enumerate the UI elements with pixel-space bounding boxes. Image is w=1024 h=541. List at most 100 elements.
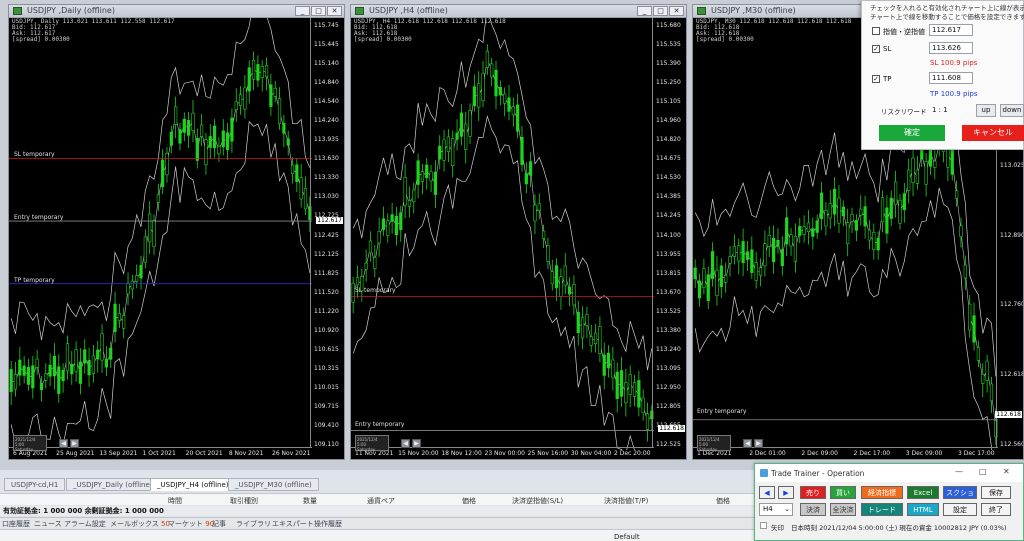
minimize-icon[interactable]: — (955, 467, 963, 476)
settle-all-button[interactable]: 全決済 (830, 503, 856, 516)
arrow-checkbox[interactable] (760, 522, 767, 529)
candle (200, 114, 204, 147)
step-forward-button[interactable]: ▶ (70, 439, 79, 448)
candle (511, 97, 515, 127)
limit-checkbox[interactable] (872, 27, 880, 35)
replay-control[interactable]: 2021/12/4 5:00 Saturday (697, 435, 731, 452)
timeframe-select[interactable]: H4 ⌄ (759, 503, 793, 516)
step-forward-button[interactable]: ▶ (754, 439, 763, 448)
candle (529, 152, 533, 188)
price-tick: 112.560 (1000, 441, 1024, 448)
chart-icon (13, 7, 22, 15)
settle-button[interactable]: 決済 (800, 503, 826, 516)
prev-bar-button[interactable]: ◀ (759, 486, 775, 499)
panel-description-2: チャート上で線を移動することで価格を設定できます。 (870, 13, 1024, 21)
candle (602, 342, 606, 390)
price-chart[interactable] (9, 18, 312, 450)
confirm-button[interactable]: 確定 (879, 125, 945, 141)
save-button[interactable]: 保存 (981, 486, 1011, 499)
term-tab-library[interactable]: ライブラリ (236, 519, 271, 529)
settings-button[interactable]: 設定 (943, 503, 977, 516)
candle (31, 356, 35, 399)
cancel-button[interactable]: キャンセル (962, 125, 1024, 141)
candle (719, 258, 723, 299)
sl-line-label: SL temporary (355, 287, 396, 294)
term-tab-alerts[interactable]: アラーム設定 (64, 519, 106, 529)
trade-trainer-titlebar[interactable]: Trade Trainer - Operation — □ ✕ (755, 464, 1023, 482)
close-button[interactable]: ✕ (669, 6, 684, 16)
candle (706, 266, 710, 310)
term-tab-history[interactable]: 口座履歴 (2, 519, 30, 529)
replay-control[interactable]: 2021/12/4 5:00 Saturday (355, 435, 389, 452)
candle (981, 363, 985, 398)
down-button[interactable]: down (1000, 104, 1024, 117)
time-tick: 18 Nov 12:00 (441, 450, 482, 457)
minimize-button[interactable]: _ (295, 6, 310, 16)
step-back-button[interactable]: ◀ (59, 439, 68, 448)
sell-button[interactable]: 売り (800, 486, 826, 499)
window-titlebar[interactable]: USDJPY ,Daily (offline) _ □ ✕ (9, 5, 344, 18)
candle (459, 104, 463, 146)
exit-button[interactable]: 終了 (981, 503, 1011, 516)
candle (113, 291, 117, 343)
excel-button[interactable]: Excel (907, 486, 939, 499)
tab-m30[interactable]: _USDJPY_M30 (offline) (228, 478, 319, 491)
tab-daily[interactable]: _USDJPY_Daily (offline) (66, 478, 160, 491)
tp-checkbox[interactable]: ✓ (872, 75, 880, 83)
candle (767, 226, 771, 257)
buy-button[interactable]: 買い (830, 486, 856, 499)
limit-price-input[interactable]: 112.617 (929, 24, 973, 36)
chart-window-h4[interactable]: USDJPY ,H4 (offline) _ □ ✕ USDJPY, H4 11… (350, 4, 687, 460)
maximize-icon[interactable]: □ (979, 467, 987, 476)
step-back-button[interactable]: ◀ (743, 439, 752, 448)
indicators-button[interactable]: 経済指標 (861, 486, 903, 499)
replay-control[interactable]: 2021/12/4 5:00 Saturday (13, 435, 47, 452)
term-tab-news[interactable]: ニュース (34, 519, 62, 529)
step-forward-button[interactable]: ▶ (412, 439, 421, 448)
next-bar-button[interactable]: ▶ (778, 486, 794, 499)
candle (269, 73, 273, 116)
candle (793, 223, 798, 273)
candle (412, 182, 416, 214)
candle (351, 276, 355, 314)
term-tab-experts[interactable]: エキスパート (272, 519, 314, 529)
term-tab-journal[interactable]: 操作履歴 (314, 519, 342, 529)
app-icon (760, 469, 768, 477)
sl-checkbox[interactable]: ✓ (872, 45, 880, 53)
trade-button[interactable]: トレード (861, 503, 903, 516)
candle (576, 300, 580, 346)
tab-usdjpy-h1[interactable]: USDJPY-cd,H1 (4, 478, 66, 491)
candle (697, 273, 702, 307)
term-tab-market[interactable]: マーケット 90 (168, 519, 214, 529)
window-titlebar[interactable]: USDJPY ,H4 (offline) _ □ ✕ (351, 5, 686, 18)
maximize-button[interactable]: □ (653, 6, 668, 16)
close-icon[interactable]: ✕ (1003, 467, 1010, 476)
tab-h4[interactable]: _USDJPY_H4 (offline) (150, 478, 236, 491)
html-button[interactable]: HTML (907, 503, 939, 516)
term-tab-articles[interactable]: 記事 (212, 519, 226, 529)
time-tick: 20 Oct 2021 (185, 450, 223, 457)
step-back-button[interactable]: ◀ (401, 439, 410, 448)
minimize-button[interactable]: _ (637, 6, 652, 16)
up-button[interactable]: up (976, 104, 996, 117)
chart-window-daily[interactable]: USDJPY ,Daily (offline) _ □ ✕ USDJPY, Da… (8, 4, 345, 460)
candle (78, 348, 83, 395)
candle (277, 87, 282, 130)
price-chart[interactable] (351, 18, 654, 450)
screenshot-button[interactable]: スクショ (943, 486, 977, 499)
close-button[interactable]: ✕ (327, 6, 342, 16)
price-tick: 114.960 (656, 117, 681, 125)
candle (750, 236, 754, 279)
candle (403, 164, 407, 219)
candle (61, 363, 65, 393)
candle (373, 245, 377, 278)
candle (615, 362, 619, 413)
candle (872, 223, 876, 260)
current-price-tag: 112.618 (658, 425, 685, 432)
candle (841, 200, 845, 227)
tp-price-input[interactable]: 111.608 (929, 72, 973, 84)
sl-price-input[interactable]: 113.626 (929, 42, 973, 54)
term-tab-mailbox[interactable]: メールボックス 50 (110, 519, 170, 529)
maximize-button[interactable]: □ (311, 6, 326, 16)
price-tick: 114.530 (656, 174, 681, 182)
